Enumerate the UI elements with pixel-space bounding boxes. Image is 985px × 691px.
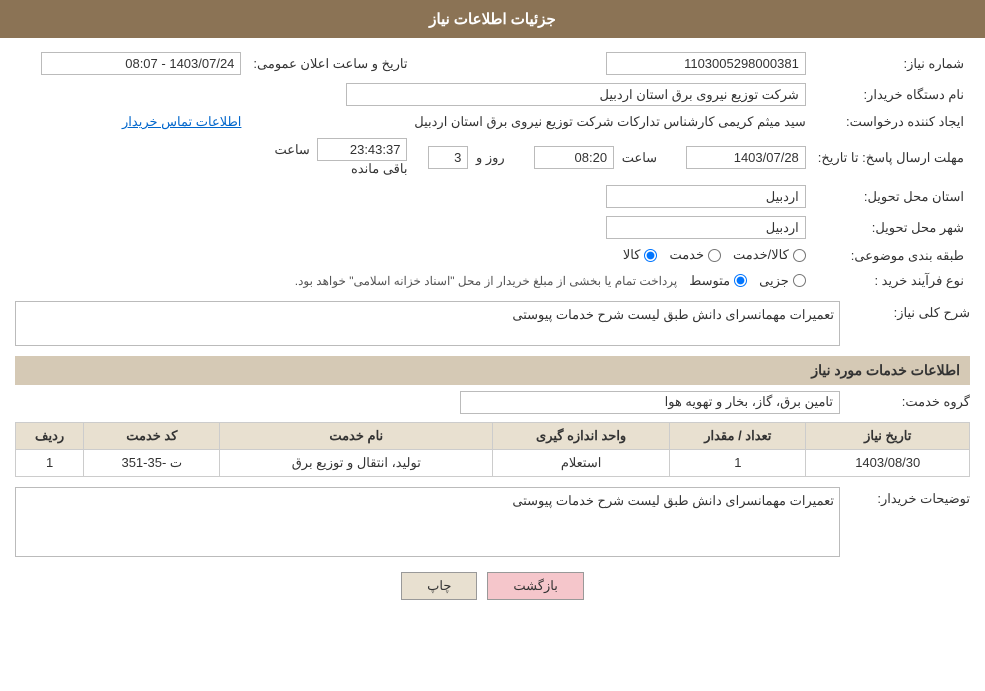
services-section: تاریخ نیاز تعداد / مقدار واحد اندازه گیر… (15, 422, 970, 477)
roozPasokh-input[interactable] (428, 146, 468, 169)
tabaghe-kala-label: کالا (623, 247, 641, 263)
sharhKolli-label: شرح کلی نیاز: (840, 301, 970, 321)
groheKhadamat-row: گروه خدمت: (15, 391, 970, 414)
col-tarikh: تاریخ نیاز (806, 422, 970, 449)
sharhKolli-row: شرح کلی نیاز: تعمیرات مهمانسرای دانش طبق… (15, 301, 970, 346)
ettelaatTamas-link[interactable]: اطلاعات تماس خریدار (122, 114, 241, 129)
namDastgah-label: نام دستگاه خریدار: (812, 79, 970, 110)
tabaghe-radio-group: کالا/خدمت خدمت کالا (623, 247, 806, 263)
shomareNiaz-label: شماره نیاز: (812, 48, 970, 79)
page-title: جزئیات اطلاعات نیاز (429, 11, 556, 28)
col-vahed: واحد اندازه گیری (493, 422, 670, 449)
col-code: کد خدمت (84, 422, 220, 449)
tosifkharidar-label: توضیحات خریدار: (840, 487, 970, 507)
groheKhadamat-label: گروه خدمت: (840, 394, 970, 410)
shahrMahal-input[interactable] (606, 216, 806, 239)
noeFarayand-jezyi-option[interactable]: جزیی (759, 273, 806, 289)
cell-tarikh: 1403/08/30 (806, 449, 970, 476)
namDastgah-input[interactable] (346, 83, 806, 106)
noeFarayand-motevasset-option[interactable]: متوسط (689, 273, 747, 289)
tabaghe-khadamat-label: خدمت (669, 247, 704, 263)
saat-label: ساعت (622, 150, 657, 165)
cell-name: تولید، انتقال و توزیع برق (220, 449, 493, 476)
tabaghe-kalaKhadamat-label: کالا/خدمت (733, 247, 789, 263)
main-info-table: شماره نیاز: تاریخ و ساعت اعلان عمومی: نا… (15, 48, 970, 293)
cell-vahed: استعلام (493, 449, 670, 476)
service-table: تاریخ نیاز تعداد / مقدار واحد اندازه گیر… (15, 422, 970, 477)
noeFarayand-jezyi-label: جزیی (759, 273, 789, 289)
table-row: 1403/08/30 1 استعلام تولید، انتقال و توز… (16, 449, 970, 476)
mohlatErsalPasokh-label: مهلت ارسال پاسخ: تا تاریخ: (812, 134, 970, 181)
serviceInfo-title: اطلاعات خدمات مورد نیاز (15, 356, 970, 385)
ijadKonande-label: ایجاد کننده درخواست: (812, 110, 970, 134)
print-button[interactable]: چاپ (401, 572, 477, 600)
tarikhAelan-label: تاریخ و ساعت اعلان عمومی: (247, 48, 413, 79)
noeFarayand-jezyi-radio[interactable] (793, 274, 806, 287)
saatPasokh-input[interactable] (534, 146, 614, 169)
col-tedaad: تعداد / مقدار (670, 422, 806, 449)
col-name: نام خدمت (220, 422, 493, 449)
tosifkharidar-row: توضیحات خریدار: تعمیرات مهمانسرای دانش ط… (15, 487, 970, 557)
shomareNiaz-input[interactable] (606, 52, 806, 75)
tabaghe-label: طبقه بندی موضوعی: (812, 243, 970, 269)
tabaghe-kalaKhadamat-option[interactable]: کالا/خدمت (733, 247, 806, 263)
noeFarayand-desc: پرداخت تمام یا بخشی از مبلغ خریدار از مح… (295, 274, 678, 288)
noeFarayand-label: نوع فرآیند خرید : (812, 269, 970, 293)
ostandMahal-input[interactable] (606, 185, 806, 208)
cell-radif: 1 (16, 449, 84, 476)
roz-label: روز و (476, 150, 505, 165)
tosifkharidar-value: تعمیرات مهمانسرای دانش طبق لیست شرح خدما… (15, 487, 840, 557)
noeFarayand-motevasset-radio[interactable] (734, 274, 747, 287)
tabaghe-khadamat-radio[interactable] (708, 249, 721, 262)
buttons-row: بازگشت چاپ (15, 572, 970, 600)
mandeValue-input[interactable] (317, 138, 407, 161)
noeFarayand-motevasset-label: متوسط (689, 273, 730, 289)
tabaghe-kala-option[interactable]: کالا (623, 247, 658, 263)
ostandMahal-label: استان محل تحویل: (812, 181, 970, 212)
tabaghe-kalaKhadamat-radio[interactable] (793, 249, 806, 262)
back-button[interactable]: بازگشت (487, 572, 583, 600)
tarikhAelan-input[interactable] (41, 52, 241, 75)
tabaghe-kala-radio[interactable] (644, 249, 657, 262)
cell-tedaad: 1 (670, 449, 806, 476)
tarikhPasokh-input[interactable] (686, 146, 806, 169)
ijadKonande-value: سید میثم کریمی کارشناس تدارکات شرکت توزی… (414, 114, 806, 129)
cell-code: ت -35-351 (84, 449, 220, 476)
shahrMahal-label: شهر محل تحویل: (812, 212, 970, 243)
col-radif: ردیف (16, 422, 84, 449)
tabaghe-khadamat-option[interactable]: خدمت (669, 247, 721, 263)
sharhKolli-value: تعمیرات مهمانسرای دانش طبق لیست شرح خدما… (15, 301, 840, 346)
groheKhadamat-input[interactable] (460, 391, 840, 414)
page-header: جزئیات اطلاعات نیاز (0, 0, 985, 38)
